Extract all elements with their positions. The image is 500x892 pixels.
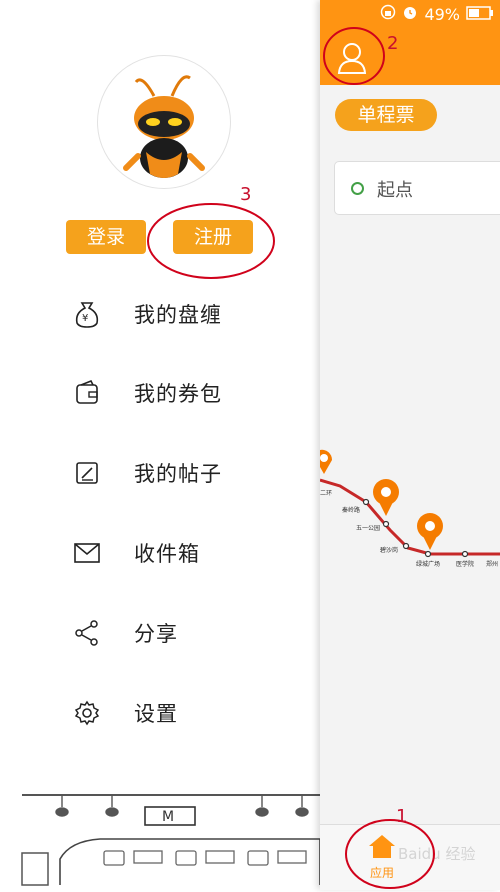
annotation-number-3: 3 (240, 184, 252, 205)
location-pin-icon (417, 513, 443, 550)
location-pin-icon (373, 479, 399, 516)
menu-item-share[interactable]: 分享 (72, 611, 312, 655)
menu-item-settings[interactable]: 设置 (72, 691, 312, 735)
edit-post-icon (72, 458, 102, 488)
metro-sign-label: M (162, 809, 174, 825)
annotation-circle-3 (147, 203, 275, 279)
menu-item-coupons[interactable]: 我的券包 (72, 371, 312, 415)
menu-label: 我的帖子 (134, 462, 222, 486)
origin-dot-icon (351, 182, 364, 195)
wallet-icon (72, 378, 102, 408)
station-label: 绿城广场 (416, 560, 440, 568)
annotation-number-2: 2 (387, 33, 399, 54)
station-label: 医学院 (456, 560, 474, 568)
annotation-circle-2 (323, 27, 385, 85)
station-label: 二环 (320, 490, 332, 497)
origin-station-input[interactable]: 起点 (334, 161, 500, 215)
menu-label: 设置 (134, 702, 178, 726)
station-label: 碧沙岗 (380, 546, 398, 554)
alarm-icon (402, 4, 418, 24)
tab-single-ticket[interactable]: 单程票 (335, 99, 437, 131)
side-drawer: 登录 注册 ¥ 我的盘缠 我的券包 我的帖子 收件箱 分享 设置 M 3 (0, 0, 320, 889)
menu-item-money[interactable]: ¥ 我的盘缠 (72, 292, 312, 336)
menu-label: 我的盘缠 (134, 303, 222, 327)
station-label: 五一公园 (356, 525, 380, 532)
ant-mascot-icon (123, 75, 205, 178)
annotation-circle-1 (345, 819, 435, 889)
station-label: 秦岭路 (342, 506, 360, 514)
gear-icon (72, 698, 102, 728)
menu-label: 分享 (134, 622, 178, 646)
main-screen-panel: 49% 单程票 起点 二环 秦岭路 五一公园 碧沙岗 绿城广场 医学院 郑州 应… (320, 0, 500, 890)
annotation-number-1: 1 (396, 806, 408, 827)
status-bar: 49% (380, 4, 494, 24)
share-icon (72, 618, 102, 648)
money-bag-icon: ¥ (72, 299, 102, 329)
metro-map[interactable]: 二环 秦岭路 五一公园 碧沙岗 绿城广场 医学院 郑州 (320, 440, 500, 600)
mail-icon (72, 538, 102, 568)
menu-label: 收件箱 (134, 542, 200, 566)
avatar[interactable] (97, 55, 231, 189)
menu-item-posts[interactable]: 我的帖子 (72, 451, 312, 495)
battery-percent: 49% (424, 4, 460, 24)
battery-icon (466, 5, 494, 24)
menu-label: 我的券包 (134, 382, 222, 406)
svg-text:¥: ¥ (82, 313, 88, 324)
location-pin-icon (320, 449, 333, 474)
metro-train-illustration: M (21, 794, 320, 886)
lock-rotation-icon (380, 4, 396, 24)
menu-item-inbox[interactable]: 收件箱 (72, 531, 312, 575)
station-label: 郑州 (486, 560, 498, 568)
login-button[interactable]: 登录 (66, 220, 146, 254)
